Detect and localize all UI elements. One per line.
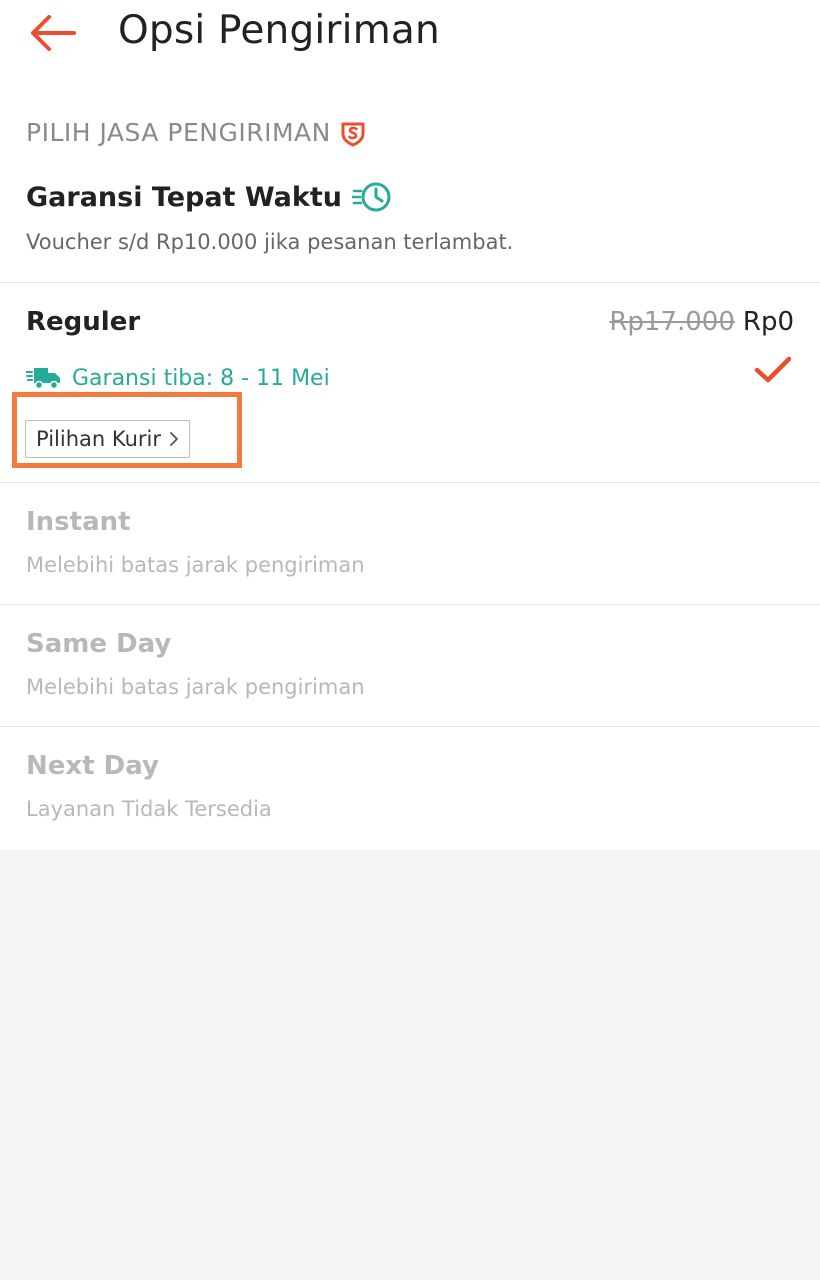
guarantee-title: Garansi Tepat Waktu (26, 180, 394, 214)
option-name: Reguler (26, 307, 141, 337)
guarantee-description: Voucher s/d Rp10.000 jika pesanan terlam… (26, 230, 514, 254)
shipping-option-same-day: Same Day Melebihi batas jarak pengiriman (0, 605, 820, 726)
shipping-option-instant: Instant Melebihi batas jarak pengiriman (0, 483, 820, 604)
guarantee-title-text: Garansi Tepat Waktu (26, 181, 342, 213)
price-original: Rp17.000 (609, 307, 735, 337)
shield-s-icon (339, 119, 367, 147)
delivery-truck-icon (26, 365, 62, 391)
check-icon (754, 355, 792, 385)
delivery-eta-text: Garansi tiba: 8 - 11 Mei (72, 365, 330, 391)
option-price: Rp17.000 Rp0 (609, 307, 794, 337)
option-description: Melebihi batas jarak pengiriman (26, 553, 365, 577)
price-final: Rp0 (742, 307, 794, 337)
shipping-option-next-day: Next Day Layanan Tidak Tersedia (0, 727, 820, 848)
option-description: Layanan Tidak Tersedia (26, 797, 272, 821)
delivery-eta: Garansi tiba: 8 - 11 Mei (26, 365, 330, 391)
option-name: Next Day (26, 751, 159, 781)
arrow-left-icon (27, 13, 77, 57)
option-name: Same Day (26, 629, 172, 659)
app-header: Opsi Pengiriman (0, 0, 820, 92)
courier-choice-label: Pilihan Kurir (36, 427, 162, 451)
section-label-text: PILIH JASA PENGIRIMAN (26, 118, 331, 147)
back-button[interactable] (22, 10, 82, 60)
section-label: PILIH JASA PENGIRIMAN (26, 118, 367, 147)
shipping-options-panel: PILIH JASA PENGIRIMAN Garansi Tepat Wakt… (0, 92, 820, 850)
fast-clock-icon (351, 180, 394, 214)
page-title: Opsi Pengiriman (118, 8, 440, 53)
option-description: Melebihi batas jarak pengiriman (26, 675, 365, 699)
chevron-right-icon (169, 431, 179, 447)
option-name: Instant (26, 507, 131, 537)
courier-choice-button[interactable]: Pilihan Kurir (25, 420, 191, 458)
